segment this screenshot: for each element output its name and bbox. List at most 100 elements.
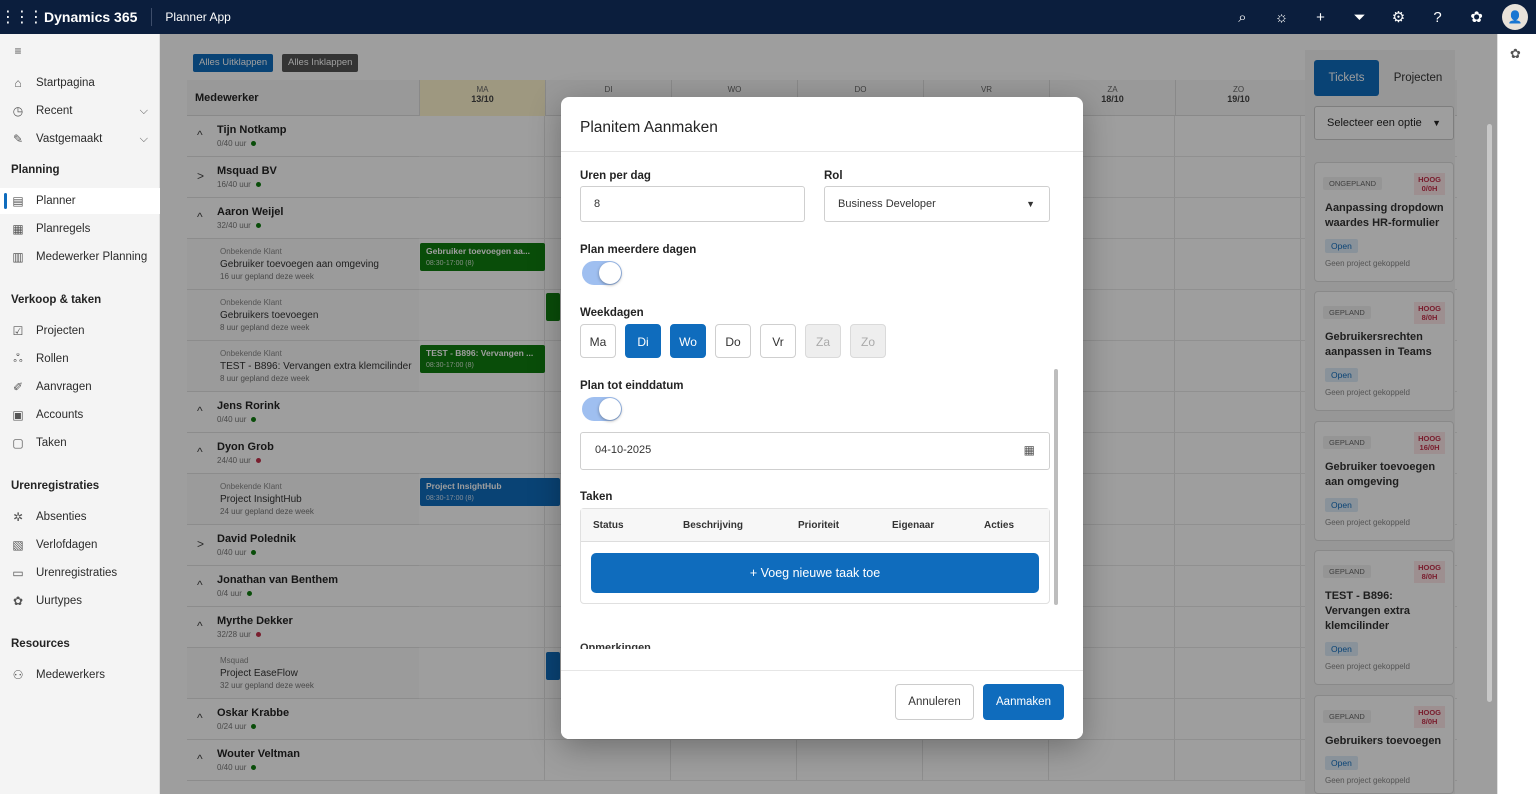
sidebar-item-label: Aanvragen [36,381,92,393]
add-task-button[interactable]: + Voeg nieuwe taak toe [591,553,1039,593]
right-rail: ✿ [1497,34,1536,794]
sidebar-item-taken[interactable]: ▢ Taken [0,430,160,456]
sidebar-item-label: Accounts [36,409,84,421]
weekday-ma[interactable]: Ma [580,324,616,358]
copilot-icon[interactable]: ✿ [1457,8,1496,26]
hours-per-day-input[interactable]: 8 [580,186,805,222]
sidebar-item-planner[interactable]: ▤ Planner [0,188,160,214]
rules-icon: ▦ [12,222,24,236]
sidebar-item-projecten[interactable]: ☑ Projecten [0,318,160,344]
roles-icon: ஃ [13,351,23,365]
tasks-label: Taken [580,491,613,503]
sidebar-item-label: Medewerkers [36,669,106,681]
section-heading-uren: Urenregistraties [11,480,100,492]
weekdays-label: Weekdagen [580,307,644,319]
sidebar-item-vastgemaakt[interactable]: ✎ Vastgemaakt ⌵ [0,126,160,152]
account-icon: ▣ [12,408,24,422]
sidebar-item-uurtypes[interactable]: ✿ Uurtypes [0,588,160,614]
sidebar-item-startpagina[interactable]: ⌂ Startpagina [0,70,160,96]
pin-icon: ✎ [12,132,24,146]
app-name[interactable]: Planner App [152,10,230,24]
task-icon: ▢ [12,436,24,450]
column-header-status: Status [593,520,624,531]
column-header-eigenaar: Eigenaar [892,520,935,531]
gear-icon[interactable]: ⚙ [1379,8,1418,26]
end-date-label: Plan tot einddatum [580,380,684,392]
sidebar-item-label: Projecten [36,325,85,337]
top-bar: ⋮⋮⋮ Dynamics 365 Planner App ⌕ ☼ + ⏷ ⚙ ?… [0,0,1536,34]
sidebar-item-verlofdagen[interactable]: ▧ Verlofdagen [0,532,160,558]
calendar-icon[interactable]: ▦ [1024,433,1035,467]
multi-day-label: Plan meerdere dagen [580,244,697,256]
toggle-knob [599,398,621,420]
create-button[interactable]: Aanmaken [983,684,1064,720]
sidebar-item-label: Planregels [36,223,91,235]
sidebar-item-urenregistraties[interactable]: ▭ Urenregistraties [0,560,160,586]
cancel-button[interactable]: Annuleren [895,684,974,720]
sidebar-item-accounts[interactable]: ▣ Accounts [0,402,160,428]
checkbox-icon: ☑ [12,324,24,338]
home-icon: ⌂ [14,76,22,90]
leave-icon: ▧ [12,538,24,552]
sidebar-item-planregels[interactable]: ▦ Planregels [0,216,160,242]
toggle-knob [599,262,621,284]
planner-icon: ▤ [12,194,24,208]
column-header-beschrijving: Beschrijving [683,520,744,531]
hourtype-icon: ✿ [12,594,24,608]
multi-day-toggle[interactable] [582,261,622,285]
copilot-rail-icon[interactable]: ✿ [1510,46,1521,62]
chevron-down-icon: ▼ [1026,199,1035,209]
search-icon[interactable]: ⌕ [1223,9,1262,26]
sidebar-item-label: Rollen [36,353,69,365]
sidebar-item-label: Planner [36,195,76,207]
sidebar-item-label: Recent [36,105,73,117]
end-date-input[interactable]: 04-10-2025 ▦ [580,432,1050,470]
weekday-wo[interactable]: Wo [670,324,706,358]
weekday-di[interactable]: Di [625,324,661,358]
dialog-title: Planitem Aanmaken [580,119,718,136]
sidebar-item-rollen[interactable]: ஃ Rollen [0,346,160,372]
help-icon[interactable]: ? [1418,9,1457,26]
weekday-do[interactable]: Do [715,324,751,358]
sidebar-item-medewerker-planning[interactable]: ▥ Medewerker Planning [0,244,160,270]
sidebar-item-aanvragen[interactable]: ✐ Aanvragen [0,374,160,400]
calendar-icon: ▥ [12,250,24,264]
plus-icon[interactable]: + [1301,9,1340,26]
dialog-scrollbar[interactable] [1054,369,1058,605]
chevron-down-icon[interactable]: ⌵ [140,105,148,118]
filter-icon[interactable]: ⏷ [1340,9,1379,26]
sidebar-item-label: Startpagina [36,77,95,89]
column-header-prioriteit: Prioriteit [798,520,840,531]
sidebar-item-label: Medewerker Planning [36,251,148,263]
hours-per-day-label: Uren per dag [580,170,651,182]
sidebar-item-absenties[interactable]: ✲ Absenties [0,504,160,530]
hamburger-icon: ≡ [14,44,22,58]
timesheet-icon: ▭ [12,566,24,580]
sidebar-item-label: Verlofdagen [36,539,98,551]
weekday-za[interactable]: Za [805,324,841,358]
tasks-table: Status Beschrijving Prioriteit Eigenaar … [580,508,1050,604]
sidebar-item-label: Uurtypes [36,595,83,607]
lightbulb-icon[interactable]: ☼ [1262,9,1301,26]
hamburger-menu[interactable]: ≡ [0,38,160,64]
clock-icon: ◷ [12,104,24,118]
brand-title[interactable]: Dynamics 365 [36,8,153,26]
sidebar-item-label: Taken [36,437,67,449]
app-launcher-icon[interactable]: ⋮⋮⋮ [0,7,44,27]
sidebar: ≡ ⌂ Startpagina ◷ Recent ⌵ ✎ Vastgemaakt ⌵ Pl… [0,34,160,794]
role-select[interactable]: Business Developer ▼ [824,186,1050,222]
avatar[interactable]: 👤 [1502,4,1528,30]
sidebar-item-label: Absenties [36,511,87,523]
divider [561,151,1083,152]
pen-icon: ✐ [12,380,24,394]
chevron-down-icon[interactable]: ⌵ [140,133,148,146]
weekday-vr[interactable]: Vr [760,324,796,358]
page-scrollbar[interactable] [1487,124,1492,702]
sidebar-item-recent[interactable]: ◷ Recent ⌵ [0,98,160,124]
weekday-zo[interactable]: Zo [850,324,886,358]
people-icon: ⚇ [12,668,24,682]
tasks-table-header: Status Beschrijving Prioriteit Eigenaar … [581,509,1049,542]
end-date-toggle[interactable] [582,397,622,421]
column-header-acties: Acties [984,520,1015,531]
sidebar-item-medewerkers[interactable]: ⚇ Medewerkers [0,662,160,688]
